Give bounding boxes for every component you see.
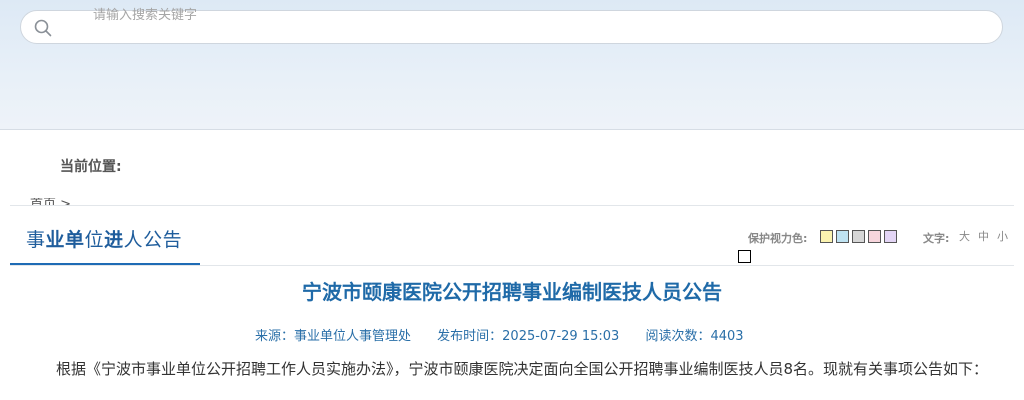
- section-title-char: 人公告: [123, 229, 183, 251]
- font-size-large[interactable]: 大: [959, 228, 970, 244]
- section-tab-title[interactable]: 事业单位进人公告: [26, 225, 182, 252]
- eye-protection-label: 保护视力色:: [748, 232, 808, 245]
- article-meta: 来源：事业单位人事管理处 发布时间：2025-07-29 15:03 阅读次数：…: [255, 325, 766, 344]
- color-swatch-pink[interactable]: [868, 230, 881, 243]
- eye-protection-swatches: [820, 230, 897, 243]
- section-title-char: 位: [84, 229, 105, 251]
- font-size-options: 大 中 小: [959, 228, 1008, 244]
- toggle-checkbox[interactable]: [738, 250, 751, 263]
- section-title-char: 进: [104, 229, 124, 251]
- current-location-label: 当前位置:: [60, 159, 122, 175]
- article-body: 根据《宁波市事业单位公开招聘工作人员实施办法》，宁波市颐康医院决定面向全国公开招…: [56, 360, 989, 378]
- color-swatch-gray[interactable]: [852, 230, 865, 243]
- article-title: 宁波市颐康医院公开招聘事业编制医技人员公告: [302, 280, 722, 304]
- section-title-char: 业: [45, 229, 66, 251]
- section-title-char: 单: [65, 229, 85, 251]
- color-swatch-blue[interactable]: [836, 230, 849, 243]
- section-title-char: 事: [26, 229, 46, 251]
- color-swatch-yellow[interactable]: [820, 230, 833, 243]
- font-size-medium[interactable]: 中: [978, 228, 989, 244]
- search-input[interactable]: 请输入搜索关键字: [93, 7, 197, 25]
- divider: [10, 205, 1014, 206]
- search-bar[interactable]: 请输入搜索关键字: [20, 7, 1003, 44]
- divider: [10, 265, 1014, 266]
- font-size-small[interactable]: 小: [997, 228, 1008, 244]
- article-source: 来源：事业单位人事管理处: [255, 329, 412, 344]
- article-read-count: 阅读次数：4403: [645, 329, 744, 344]
- color-swatch-purple[interactable]: [884, 230, 897, 243]
- header-band: 请输入搜索关键字: [0, 0, 1024, 130]
- search-icon[interactable]: [33, 18, 53, 38]
- font-size-label: 文字:: [923, 232, 950, 245]
- article-publish-time: 发布时间：2025-07-29 15:03: [437, 329, 620, 344]
